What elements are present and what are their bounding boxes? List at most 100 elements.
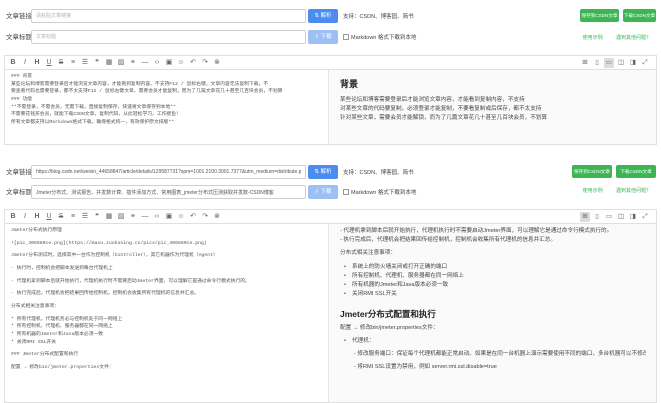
emoji-icon[interactable]: ☺ xyxy=(176,212,186,222)
image-icon[interactable]: ▨ xyxy=(116,58,126,68)
source-line: - 执行时，控制机会把脚本发送到每台代理机上 xyxy=(11,266,113,272)
italic-icon[interactable]: I xyxy=(20,58,30,68)
preview-agent-label: 代理机： xyxy=(340,337,646,346)
title-row: 文章标题: ⇩ 下载 Markdown 格式下载到本地 使用示例 遇到其他问题？ xyxy=(0,182,661,202)
ordered-list-icon[interactable]: ☰ xyxy=(80,212,90,222)
source-line: * 所有机器的Jmeter和Java版本必须一致 xyxy=(11,332,104,338)
mobile-view-icon[interactable]: ▯ xyxy=(592,58,602,68)
link-icon[interactable]: ⚭ xyxy=(128,58,138,68)
save-csdn-button[interactable]: 保存到CSDN文章 xyxy=(580,9,619,22)
image-icon[interactable]: ▨ xyxy=(116,212,126,222)
ordered-list-icon[interactable]: ☰ xyxy=(80,58,90,68)
preview-pane: 背景 某些论坛和博客需要登录后才能浏览文章内容，才能看到复制内容，不支持 对某些文… xyxy=(330,70,656,144)
divider-icon[interactable]: ― xyxy=(140,212,150,222)
preview-heading: Jmeter分布式配置和执行 xyxy=(340,308,436,319)
split-view-icon[interactable]: ◫ xyxy=(616,58,626,68)
clear-icon[interactable]: ⊗ xyxy=(212,212,222,222)
save-csdn-button[interactable]: 保存到CSDN文章 xyxy=(572,165,612,178)
url-input[interactable] xyxy=(31,9,306,23)
download-button[interactable]: ⇩ 下载 xyxy=(308,30,338,44)
title-input[interactable] xyxy=(31,185,306,199)
unordered-list-icon[interactable]: ≡ xyxy=(68,212,78,222)
preview-heading: 背景 xyxy=(340,79,359,89)
markdown-checkbox[interactable] xyxy=(343,34,349,40)
underline-icon[interactable]: U xyxy=(44,212,54,222)
table-icon[interactable]: ▦ xyxy=(104,212,114,222)
fullscreen-icon[interactable]: ⤢ xyxy=(640,58,650,68)
source-line: 要查看代码也需要登录，都不太支持F12 / 鼠标右键文章，需要会员才能复制，而为… xyxy=(11,89,283,95)
bold-icon[interactable]: B xyxy=(8,58,18,68)
source-line: Jmeter分布测试时，选择其中一台作为控制机（Controller），其它机器… xyxy=(11,253,218,259)
preview-line: - 代理机拿到脚本后就开始执行，代理机执行时不需要启动Jmeter界面，可以理解… xyxy=(340,228,613,234)
preview-icon[interactable]: ◨ xyxy=(628,58,638,68)
download-csdn-button[interactable]: 下载CSDN文章 xyxy=(616,165,656,178)
tablet-view-icon[interactable]: ⊞ xyxy=(580,58,590,68)
title-row: 文章标题: ⇩ 下载 Markdown 格式下载到本地 使用示例 遇到其他问题？ xyxy=(0,27,661,47)
source-line: ### 背景 xyxy=(11,74,33,79)
url-row: 文章链接: ⇅ 解析 支持：CSDN、博客园、简书 保存到CSDN文章 下载CS… xyxy=(0,6,661,26)
usage-example-link[interactable]: 使用示例 xyxy=(583,188,603,194)
code-block-icon[interactable]: ▣ xyxy=(164,212,174,222)
other-issues-link[interactable]: 遇到其他问题？ xyxy=(616,35,651,41)
source-pane[interactable]: ### 背景 某些论坛和博客需要登录后才能浏览文章内容，才能看到复制内容。不支持F… xyxy=(5,70,329,144)
italic-icon[interactable]: I xyxy=(20,212,30,222)
help-links: 使用示例 遇到其他问题？ xyxy=(571,34,651,41)
title-input[interactable] xyxy=(31,30,306,44)
markdown-editor: Jmeter分布式执行原理 ![pic_406680ce.png](https:/… xyxy=(4,223,657,403)
preview-note-item: 关闭RMI SSL开关 xyxy=(340,290,646,299)
download-csdn-button[interactable]: 下载CSDN文章 xyxy=(623,9,656,22)
download-button[interactable]: ⇩ 下载 xyxy=(308,185,338,199)
parse-button[interactable]: ⇅ 解析 xyxy=(308,165,338,179)
strikethrough-icon[interactable]: S xyxy=(56,58,66,68)
heading-icon[interactable]: H xyxy=(32,58,42,68)
preview-agent-ssl: - 将RMI SSL设置为禁用，例如 server.rmi.ssl.disabl… xyxy=(354,364,497,371)
bottom-converter-panel: 文章链接: ⇅ 解析 支持：CSDN、博客园、简书 保存到CSDN文章 下载CS… xyxy=(0,158,661,403)
divider-icon[interactable]: ― xyxy=(140,58,150,68)
unordered-list-icon[interactable]: ≡ xyxy=(68,58,78,68)
tablet-view-icon[interactable]: ⊞ xyxy=(580,212,590,222)
link-icon[interactable]: ⚭ xyxy=(128,212,138,222)
preview-note-item: 所有机器的Jmeter和Java版本必须一致 xyxy=(340,281,646,290)
usage-example-link[interactable]: 使用示例 xyxy=(583,35,603,41)
fullscreen-icon[interactable]: ⤢ xyxy=(640,212,650,222)
markdown-checkbox[interactable] xyxy=(343,189,349,195)
help-links: 使用示例 遇到其他问题？ xyxy=(571,187,651,194)
preview-icon[interactable]: ◨ xyxy=(628,212,638,222)
code-icon[interactable]: ‹› xyxy=(152,212,162,222)
undo-icon[interactable]: ↶ xyxy=(188,212,198,222)
pc-view-icon[interactable]: ▭ xyxy=(604,212,614,222)
mobile-view-icon[interactable]: ▯ xyxy=(592,212,602,222)
strikethrough-icon[interactable]: S xyxy=(56,212,66,222)
other-issues-link[interactable]: 遇到其他问题？ xyxy=(616,188,651,194)
source-line: * 所有控制机、代理机、服务器都在同一网络上 xyxy=(11,324,113,330)
quote-icon[interactable]: ❝ xyxy=(92,58,102,68)
code-block-icon[interactable]: ▣ xyxy=(164,58,174,68)
preview-line: - 执行完成后，代理机会把结果回传给控制机，控制机会收集所有代理机的信息并汇总。 xyxy=(340,237,556,244)
undo-icon[interactable]: ↶ xyxy=(188,58,198,68)
markdown-hint: Markdown 格式下载到本地 xyxy=(343,33,416,41)
preview-notes-list: 系统上的防火墙关闭或打开正确的端口所有控制机、代理机、服务器都在同一网络上所有机… xyxy=(340,263,646,300)
redo-icon[interactable]: ↷ xyxy=(200,212,210,222)
source-line: ### 功能 xyxy=(11,97,33,103)
underline-icon[interactable]: U xyxy=(44,58,54,68)
parse-button[interactable]: ⇅ 解析 xyxy=(308,9,338,23)
code-icon[interactable]: ‹› xyxy=(152,58,162,68)
source-line: 分布式相关注意事项： xyxy=(11,304,59,310)
redo-icon[interactable]: ↷ xyxy=(200,58,210,68)
pc-view-icon[interactable]: ▭ xyxy=(604,58,614,68)
clear-icon[interactable]: ⊗ xyxy=(212,58,222,68)
editor-toolbar: B I H U S ≡ ☰ ❝ ▦ ▨ ⚭ ― ‹› ▣ ☺ ↶ ↷ ⊗ ⊞ ▯… xyxy=(4,209,657,223)
table-icon[interactable]: ▦ xyxy=(104,58,114,68)
url-input[interactable] xyxy=(31,165,306,179)
support-sites: 支持：CSDN、博客园、简书 xyxy=(343,170,414,176)
url-label: 文章链接: xyxy=(6,13,34,20)
source-pane[interactable]: Jmeter分布式执行原理 ![pic_406680ce.png](https:/… xyxy=(5,224,329,402)
bold-icon[interactable]: B xyxy=(8,212,18,222)
heading-icon[interactable]: H xyxy=(32,212,42,222)
emoji-icon[interactable]: ☺ xyxy=(176,58,186,68)
source-line: - 执行完成后，代理机会把结果回传给控制机，控制机会收集所有代理机的信息并汇总。 xyxy=(11,291,200,297)
split-view-icon[interactable]: ◫ xyxy=(616,212,626,222)
source-line: * 所有代理机，代理机务必与控制机处于同一网络上 xyxy=(11,316,123,322)
source-line: 不需要花钱买会员，就能下载CSDN文章，复制代码，从此轻松学习，工作摸鱼！ xyxy=(11,112,181,118)
quote-icon[interactable]: ❝ xyxy=(92,212,102,222)
